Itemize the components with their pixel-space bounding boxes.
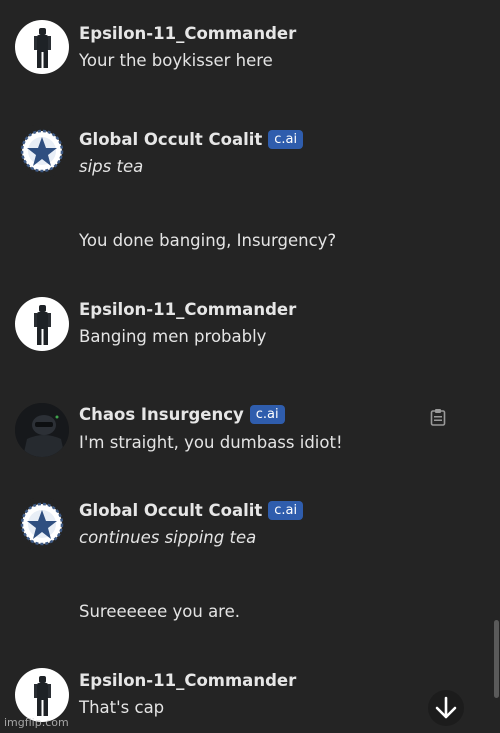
- soldier-figure-icon: [34, 305, 51, 345]
- avatar[interactable]: [15, 20, 69, 74]
- author-name: Epsilon-11_Commander: [79, 300, 296, 319]
- soldier-figure-icon: [34, 28, 51, 68]
- author-name-text: Epsilon-11_Commander: [79, 24, 297, 43]
- message-text: Banging men probably: [79, 327, 267, 346]
- avatar[interactable]: [15, 497, 69, 551]
- message-text: Sureeeeee you are.: [79, 602, 240, 621]
- author-name-text: Epsilon-11_Commander: [79, 671, 297, 690]
- arrow-down-icon: [435, 696, 457, 719]
- pentagram-emblem-icon: [20, 129, 64, 173]
- avatar[interactable]: [15, 403, 69, 457]
- ai-badge: c.ai: [249, 405, 285, 424]
- ai-badge: c.ai: [268, 501, 304, 520]
- message-text: You done banging, Insurgency?: [79, 231, 337, 250]
- message-text: Your the boykisser here: [79, 51, 273, 70]
- author-name: Epsilon-11_Commander: [79, 671, 296, 690]
- author-name-text: Global Occult Coalit: [79, 501, 263, 520]
- author-name-text: Chaos Insurgency: [79, 405, 244, 424]
- clipboard-icon[interactable]: [430, 408, 446, 426]
- armored-soldier-icon: [15, 403, 69, 457]
- soldier-figure-icon: [34, 676, 51, 716]
- avatar[interactable]: [15, 297, 69, 351]
- message-text: I'm straight, you dumbass idiot!: [79, 433, 343, 452]
- avatar[interactable]: [15, 668, 69, 722]
- author-name: Chaos Insurgency c.ai: [79, 405, 285, 424]
- author-name: Global Occult Coalit c.ai: [79, 130, 304, 149]
- message-text: continues sipping tea: [79, 528, 257, 547]
- author-name: Epsilon-11_Commander: [79, 24, 296, 43]
- author-name-text: Epsilon-11_Commander: [79, 300, 297, 319]
- scroll-down-button[interactable]: [428, 690, 464, 726]
- author-name: Global Occult Coalit c.ai: [79, 501, 304, 520]
- message-text: That's cap: [79, 698, 165, 717]
- message-text: sips tea: [79, 157, 144, 176]
- avatar[interactable]: [15, 124, 69, 178]
- scrollbar[interactable]: [494, 620, 499, 698]
- ai-badge: c.ai: [268, 130, 304, 149]
- author-name-text: Global Occult Coalit: [79, 130, 263, 149]
- watermark: imgflip.com: [4, 716, 69, 729]
- pentagram-emblem-icon: [20, 502, 64, 546]
